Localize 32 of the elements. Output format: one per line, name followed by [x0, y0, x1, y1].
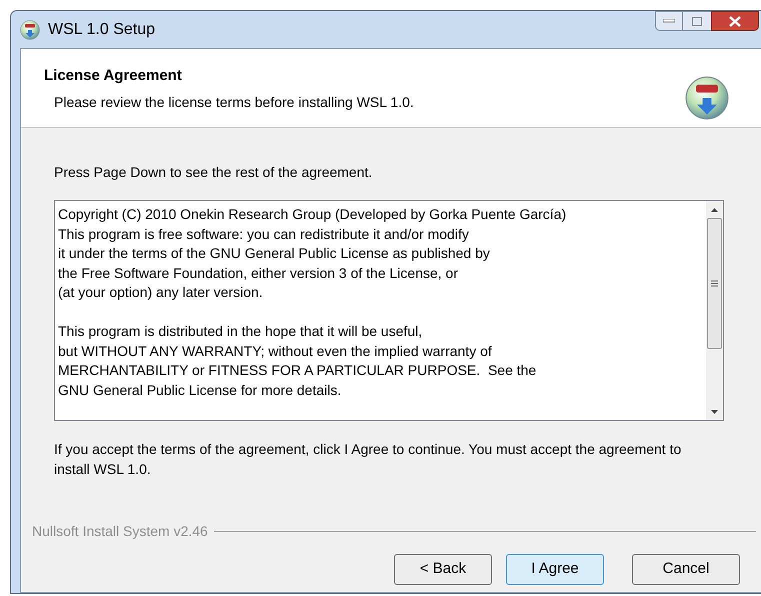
installer-icon	[685, 76, 729, 120]
instruction-text: Press Page Down to see the rest of the agreement.	[54, 163, 374, 182]
page-title: License Agreement	[44, 66, 183, 86]
license-line: but WITHOUT ANY WARRANTY; without even the implied warranty of	[58, 342, 493, 361]
license-line: Copyright (C) 2010 Onekin Research Group (Developed by Gorka Puente García)	[58, 205, 568, 224]
scroll-thumb[interactable]	[707, 218, 722, 349]
license-line: This program is distributed in the hope that it will be useful,	[58, 322, 424, 341]
minimize-icon	[663, 19, 675, 23]
license-line: it under the terms of the GNU General Public License as published by	[58, 244, 491, 263]
scrollbar[interactable]	[706, 201, 723, 420]
window-title: WSL 1.0 Setup	[48, 20, 156, 40]
page-subtitle: Please review the license terms before installing WSL 1.0.	[53, 92, 414, 112]
license-line: MERCHANTABILITY or FITNESS FOR A PARTICULAR PURPOSE. See the	[58, 361, 538, 380]
license-line: the Free Software Foundation, either version 3 of the License, or	[58, 264, 460, 282]
maximize-icon	[692, 16, 702, 26]
license-line: This program is free software: you can redistribute it and/or modify	[58, 224, 470, 244]
grip-icon	[711, 280, 718, 287]
scroll-down-icon	[711, 410, 718, 414]
license-line: GNU General Public License for more details.	[58, 380, 342, 400]
license-text-box[interactable]	[54, 200, 724, 421]
dialog-button[interactable]: Cancel	[632, 554, 740, 585]
branding-text: Nullsoft Install System v2.46	[32, 522, 208, 541]
scroll-up-icon	[711, 208, 718, 212]
close-button[interactable]	[711, 11, 759, 31]
minimize-button[interactable]	[655, 11, 683, 31]
dialog-button[interactable]: I Agree	[506, 554, 604, 585]
maximize-button[interactable]	[683, 11, 711, 31]
close-icon	[729, 16, 741, 26]
license-line: (at your option) any later version.	[58, 283, 264, 302]
app-icon	[20, 20, 40, 40]
accept-note: If you accept the terms of the agreement, click I Agree to continue. You must accept the agreement to install WSL 1.0.	[54, 440, 682, 479]
dialog-button[interactable]: < Back	[394, 554, 492, 585]
